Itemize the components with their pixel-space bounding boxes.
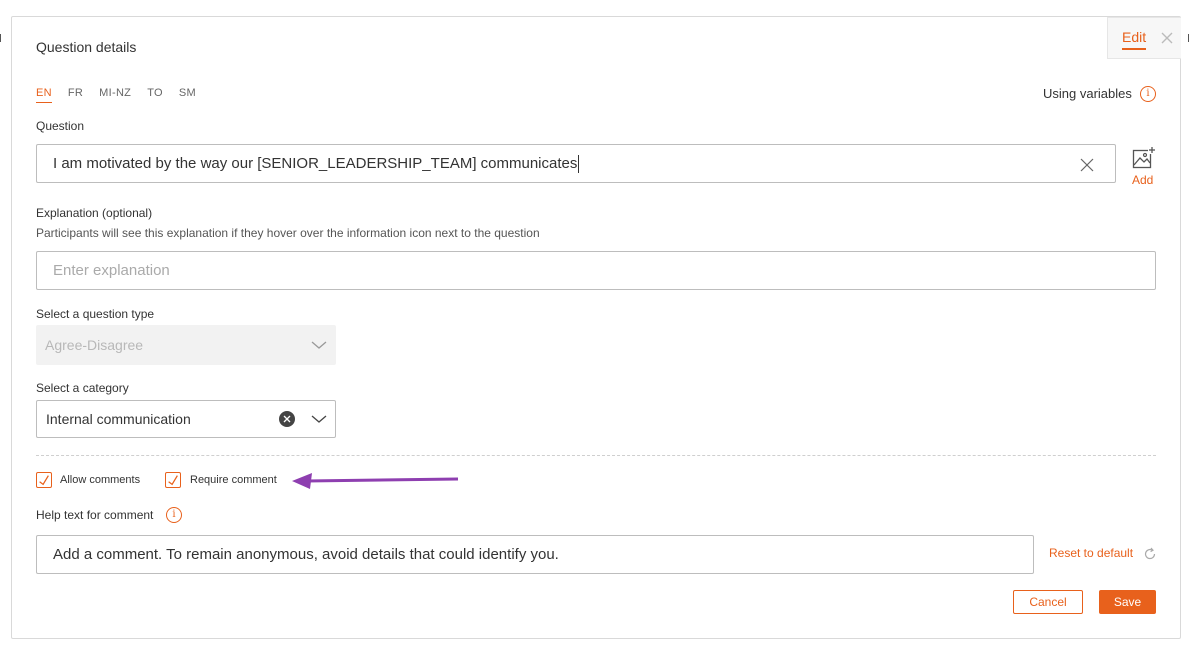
allow-comments-label[interactable]: Allow comments <box>60 474 140 486</box>
require-comment-checkbox[interactable] <box>165 472 181 488</box>
help-info-icon[interactable]: i <box>166 507 182 523</box>
cancel-button[interactable]: Cancel <box>1013 590 1083 614</box>
left-edge-mark <box>0 34 1 42</box>
help-text-input[interactable]: Add a comment. To remain anonymous, avoi… <box>36 535 1034 574</box>
clear-selection-icon[interactable] <box>279 411 295 427</box>
save-button[interactable]: Save <box>1099 590 1156 614</box>
chevron-down-icon[interactable] <box>311 414 327 424</box>
question-input[interactable]: I am motivated by the way our [SENIOR_LE… <box>36 144 1116 183</box>
category-value: Internal communication <box>46 411 191 427</box>
question-label: Question <box>36 119 85 133</box>
language-tab-sm[interactable]: SM <box>179 87 196 103</box>
question-type-select: Agree-Disagree <box>36 325 336 365</box>
add-image-label[interactable]: Add <box>1132 173 1153 187</box>
clear-input-icon[interactable] <box>1080 158 1094 172</box>
question-type-label: Select a question type <box>36 307 155 321</box>
info-icon[interactable]: i <box>1140 86 1156 102</box>
reset-to-default-link[interactable]: Reset to default <box>1049 546 1133 560</box>
language-tab-to[interactable]: TO <box>147 87 163 103</box>
language-tabs: EN FR MI-NZ TO SM <box>36 87 212 103</box>
help-text-label: Help text for comment <box>36 508 154 522</box>
explanation-hint: Participants will see this explanation i… <box>36 226 540 240</box>
question-input-value: I am motivated by the way our [SENIOR_LE… <box>53 155 578 172</box>
allow-comments-checkbox[interactable] <box>36 472 52 488</box>
add-image-icon[interactable] <box>1132 146 1156 170</box>
language-tab-mi-nz[interactable]: MI-NZ <box>99 87 131 103</box>
explanation-input[interactable]: Enter explanation <box>36 251 1156 290</box>
close-icon[interactable] <box>1160 31 1174 45</box>
explanation-label: Explanation (optional) <box>36 206 153 220</box>
require-comment-label[interactable]: Require comment <box>190 474 277 486</box>
section-divider <box>36 455 1156 456</box>
text-caret <box>578 154 580 173</box>
panel-title: Question details <box>36 39 137 55</box>
category-label: Select a category <box>36 381 129 395</box>
edit-tab[interactable]: Edit <box>1122 29 1147 50</box>
question-type-value: Agree-Disagree <box>45 337 144 353</box>
chevron-down-icon <box>311 341 327 349</box>
language-tab-fr[interactable]: FR <box>68 87 83 103</box>
help-text-value: Add a comment. To remain anonymous, avoi… <box>53 546 559 563</box>
explanation-placeholder: Enter explanation <box>53 262 170 279</box>
right-edge-mark <box>1188 34 1189 42</box>
annotation-arrow <box>292 473 459 489</box>
language-tab-en[interactable]: EN <box>36 87 52 103</box>
refresh-icon[interactable] <box>1143 547 1157 561</box>
using-variables-label: Using variables <box>1043 86 1132 101</box>
